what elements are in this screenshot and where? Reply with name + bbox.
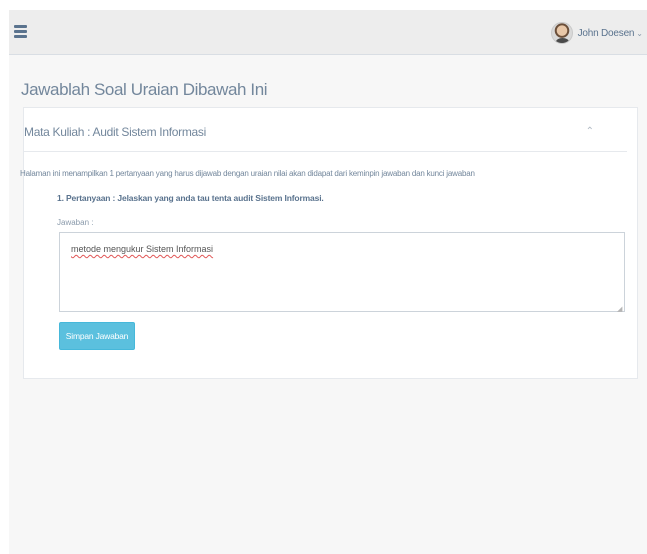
user-menu[interactable]: John Doesen ⌄	[550, 20, 643, 46]
chevron-down-icon: ⌄	[636, 28, 643, 38]
panel-title: Mata Kuliah : Audit Sistem Informasi	[24, 125, 206, 139]
top-navbar: John Doesen ⌄	[9, 10, 647, 55]
hamburger-line	[14, 25, 27, 28]
user-name: John Doesen	[577, 27, 635, 39]
answer-textarea[interactable]	[59, 232, 625, 312]
chevron-up-icon[interactable]: ⌃	[586, 126, 594, 137]
page-title: Jawablah Soal Uraian Dibawah Ini	[21, 80, 268, 99]
question-text: 1. Pertanyaan : Jelaskan yang anda tau t…	[57, 193, 324, 203]
intro-text: Halaman ini menampilkan 1 pertanyaan yan…	[20, 169, 475, 178]
avatar	[550, 22, 573, 44]
panel-header: Mata Kuliah : Audit Sistem Informasi ⌃	[24, 108, 637, 152]
hamburger-menu-icon[interactable]	[14, 25, 27, 38]
question-panel: Mata Kuliah : Audit Sistem Informasi ⌃ H…	[20, 107, 638, 379]
save-answer-button[interactable]: Simpan Jawaban	[59, 322, 135, 350]
answer-label: Jawaban :	[57, 218, 94, 227]
hamburger-line	[14, 30, 27, 33]
app-frame: John Doesen ⌄ Jawablah Soal Uraian Dibaw…	[9, 10, 647, 554]
panel-divider	[24, 151, 627, 152]
hamburger-line	[14, 35, 27, 38]
